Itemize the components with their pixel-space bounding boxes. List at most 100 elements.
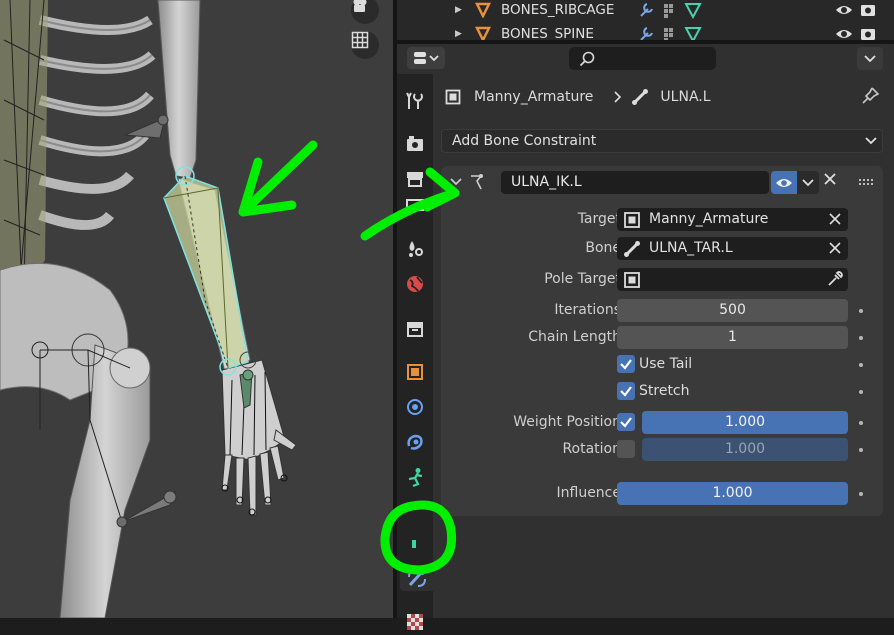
render-camera-icon[interactable] xyxy=(860,27,876,41)
expand-arrow-icon[interactable]: ▶ xyxy=(455,29,462,39)
scene-tab[interactable] xyxy=(400,236,430,262)
stretch-checkbox[interactable] xyxy=(617,382,635,400)
render-icon xyxy=(407,136,423,151)
render-tab[interactable] xyxy=(400,131,430,157)
target-field[interactable]: Manny_Armature xyxy=(617,208,848,231)
stretch-row[interactable]: Stretch xyxy=(441,380,883,403)
influence-label: Influence xyxy=(556,485,622,501)
collection-icon xyxy=(407,322,423,337)
use-tail-label: Use Tail xyxy=(639,356,693,372)
eyedropper-icon[interactable] xyxy=(826,270,844,288)
bone-constraint-tab[interactable] xyxy=(400,565,433,591)
bone-field[interactable]: ULNA_TAR.L xyxy=(617,237,848,260)
keyframe-dot-icon[interactable] xyxy=(859,390,863,394)
breadcrumb-bone: ULNA.L xyxy=(660,89,711,105)
properties-editor: Manny_Armature ULNA.L Add Bone Constrain… xyxy=(397,44,894,630)
armature-icon xyxy=(475,2,491,18)
grid-toggle-button[interactable] xyxy=(351,31,379,59)
tool-icon xyxy=(406,92,423,109)
outliner-row[interactable]: ▶ BONES_RIBCAGE xyxy=(397,0,894,21)
object-icon xyxy=(624,212,640,228)
constraint-icon xyxy=(407,434,423,450)
search-input[interactable] xyxy=(569,47,716,70)
checkmark-icon xyxy=(620,359,632,370)
weight-position-slider[interactable]: 1.000 xyxy=(642,411,848,434)
use-tail-row[interactable]: Use Tail xyxy=(441,353,883,376)
skeleton-scene xyxy=(0,0,297,618)
expand-arrow-icon[interactable]: ▶ xyxy=(455,5,462,15)
clear-icon[interactable] xyxy=(828,241,842,255)
options-dropdown[interactable] xyxy=(857,47,883,70)
object-tab[interactable] xyxy=(400,359,430,385)
add-bone-constraint-dropdown[interactable]: Add Bone Constraint xyxy=(441,129,883,153)
keyframe-dot-icon[interactable] xyxy=(859,448,863,452)
object-data-tab[interactable] xyxy=(400,464,430,490)
bone-label: Bone xyxy=(585,240,621,256)
weight-position-label: Weight Position xyxy=(513,414,621,430)
chevron-down-icon xyxy=(865,137,877,145)
clear-icon[interactable] xyxy=(828,212,842,226)
checkmark-icon xyxy=(620,386,632,397)
outliner: ▶ BONES_RIBCAGE ▶ BONES_SPINE xyxy=(397,0,894,43)
render-camera-icon[interactable] xyxy=(860,3,876,17)
armature-data-icon xyxy=(408,468,423,487)
constraint-menu-dropdown[interactable] xyxy=(797,171,819,194)
outliner-item-name: BONES_RIBCAGE xyxy=(501,2,615,18)
rotation-slider[interactable]: 1.000 xyxy=(642,438,848,461)
particles-tab[interactable] xyxy=(400,429,430,455)
3d-viewport[interactable] xyxy=(0,0,393,618)
constraint-name-field[interactable]: ULNA_IK.L xyxy=(501,171,769,194)
constraint-header: ULNA_IK.L xyxy=(441,166,883,196)
output-tab[interactable] xyxy=(400,166,430,192)
grid-icon xyxy=(351,31,369,49)
pole-target-label: Pole Target xyxy=(544,271,621,287)
keyframe-dot-icon[interactable] xyxy=(859,309,863,313)
collection-tab[interactable] xyxy=(400,316,430,342)
chevron-down-icon xyxy=(802,178,814,186)
editor-type-button[interactable] xyxy=(407,47,445,69)
view-layer-tab[interactable] xyxy=(400,192,430,218)
bone-row: Bone ULNA_TAR.L xyxy=(441,237,883,260)
pole-target-field[interactable] xyxy=(617,268,848,291)
influence-slider[interactable]: 1.000 xyxy=(617,482,848,505)
object-icon xyxy=(624,272,640,288)
rotation-row: Rotation 1.000 xyxy=(441,438,883,461)
bone-constraint-icon xyxy=(407,569,426,587)
chevron-down-icon xyxy=(864,54,876,62)
pole-target-row: Pole Target xyxy=(441,268,883,291)
keyframe-dot-icon[interactable] xyxy=(859,421,863,425)
texture-tab[interactable] xyxy=(400,609,430,635)
pin-icon[interactable] xyxy=(861,87,879,105)
chain-length-label: Chain Length xyxy=(528,329,621,345)
view-layer-icon xyxy=(406,199,424,211)
visibility-eye-icon[interactable] xyxy=(835,3,853,17)
physics-icon xyxy=(407,399,423,415)
weight-position-checkbox[interactable] xyxy=(617,413,635,431)
bone-icon xyxy=(412,540,416,548)
use-tail-checkbox[interactable] xyxy=(617,355,635,373)
keyframe-dot-icon[interactable] xyxy=(859,363,863,367)
modifiers-tab[interactable] xyxy=(400,394,430,420)
chain-length-row: Chain Length 1 xyxy=(441,326,883,349)
bone-tab[interactable] xyxy=(400,539,430,549)
constraint-enable-toggle[interactable] xyxy=(771,171,797,194)
tool-tab[interactable] xyxy=(400,88,430,114)
iterations-label: Iterations xyxy=(554,302,621,318)
target-row: Target Manny_Armature xyxy=(441,208,883,231)
camera-icon xyxy=(353,0,367,12)
rotation-checkbox[interactable] xyxy=(617,440,635,458)
properties-editor-icon xyxy=(414,52,439,64)
eye-icon xyxy=(776,178,792,187)
keyframe-dot-icon[interactable] xyxy=(859,492,863,496)
delete-constraint-icon[interactable] xyxy=(823,172,837,186)
keyframe-dot-icon[interactable] xyxy=(859,336,863,340)
object-icon xyxy=(445,89,461,105)
drag-handle-icon[interactable] xyxy=(859,179,875,185)
iterations-field[interactable]: 500 xyxy=(617,299,848,322)
chevron-right-icon xyxy=(614,91,622,103)
collapse-chevron-icon[interactable] xyxy=(450,177,462,187)
ik-constraint-panel: ULNA_IK.L Target Manny_Armature Bone ULN… xyxy=(441,166,883,516)
chain-length-field[interactable]: 1 xyxy=(617,326,848,349)
world-tab[interactable] xyxy=(400,271,430,297)
visibility-eye-icon[interactable] xyxy=(835,27,853,41)
